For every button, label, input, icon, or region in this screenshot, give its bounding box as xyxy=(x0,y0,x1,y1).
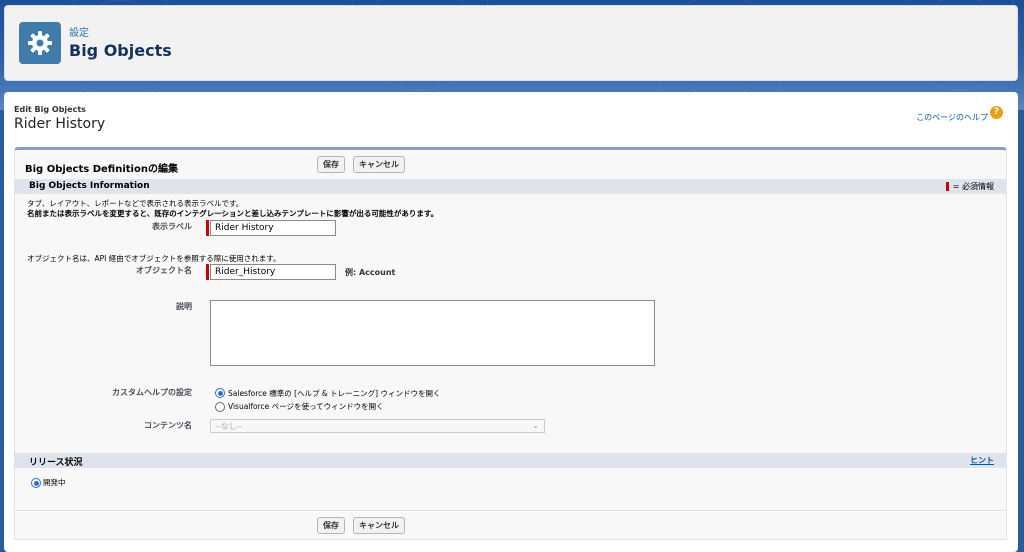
breadcrumb-setup[interactable]: 設定 xyxy=(69,24,89,39)
cancel-button-bottom[interactable]: キャンセル xyxy=(353,517,405,534)
display-label-input[interactable] xyxy=(210,220,336,236)
required-marker xyxy=(945,182,949,191)
required-legend: = 必須情報 xyxy=(945,181,994,192)
description-label: 説明 xyxy=(176,302,192,311)
object-name-label: オブジェクト名 xyxy=(136,266,192,275)
release-status-option: 開発中 xyxy=(43,478,66,487)
help-link[interactable]: このページのヘルプ xyxy=(916,112,988,123)
info-section-title: Big Objects Information xyxy=(29,181,150,191)
object-name-required-marker xyxy=(206,264,209,280)
gear-icon xyxy=(28,31,52,55)
save-button-bottom[interactable]: 保存 xyxy=(317,517,345,534)
content-name-label: コンテンツ名 xyxy=(144,421,192,430)
page-subtitle: Edit Big Objects xyxy=(14,105,86,114)
content-name-select: --なし-- ⌄ xyxy=(210,419,545,433)
object-name-note: オブジェクト名は、API 経由でオブジェクトを参照する際に使用されます。 xyxy=(27,254,281,263)
info-section-header: Big Objects Information = 必須情報 xyxy=(15,179,1006,194)
help-icon[interactable]: ? xyxy=(990,106,1003,119)
object-name-input[interactable] xyxy=(210,264,336,280)
content-name-value: --なし-- xyxy=(215,422,243,431)
custom-help-radio-standard[interactable] xyxy=(215,388,225,398)
hint-link[interactable]: ヒント xyxy=(970,455,994,466)
custom-help-option-1: Salesforce 標準の [ヘルプ & トレーニング] ウィンドウを開く xyxy=(228,389,441,398)
display-label-label: 表示ラベル xyxy=(152,222,192,231)
description-textarea[interactable] xyxy=(210,300,655,366)
required-legend-text: = 必須情報 xyxy=(952,182,994,191)
setup-header: 設定 Big Objects xyxy=(4,5,1018,81)
release-section-title: リリース状況 xyxy=(29,458,83,468)
setup-icon-tile xyxy=(19,22,61,64)
edit-form: Big Objects Definitionの編集 保存 キャンセル Big O… xyxy=(14,147,1007,511)
page-title: Rider History xyxy=(14,116,106,132)
save-button-top[interactable]: 保存 xyxy=(317,156,345,173)
label-note-2: 名前または表示ラベルを変更すると、既存のインテグレーションと差し込みテンプレート… xyxy=(27,209,439,218)
main-content: Edit Big Objects Rider History このページのヘルプ… xyxy=(4,92,1018,552)
section-title: Big Objects Definitionの編集 xyxy=(25,164,178,175)
release-section-header: リリース状況 ヒント xyxy=(15,453,1006,468)
custom-help-label: カスタムヘルプの設定 xyxy=(112,388,192,397)
custom-help-option-2: Visualforce ページを使ってウィンドウを開く xyxy=(228,402,384,411)
header-title: Big Objects xyxy=(69,41,172,60)
form-footer: 保存 キャンセル xyxy=(14,512,1007,540)
chevron-down-icon: ⌄ xyxy=(532,421,539,430)
release-status-radio-development[interactable] xyxy=(31,478,41,488)
display-label-required-marker xyxy=(206,220,209,236)
object-name-example: 例: Account xyxy=(345,268,396,277)
cancel-button-top[interactable]: キャンセル xyxy=(353,156,405,173)
custom-help-radio-visualforce[interactable] xyxy=(215,402,225,412)
